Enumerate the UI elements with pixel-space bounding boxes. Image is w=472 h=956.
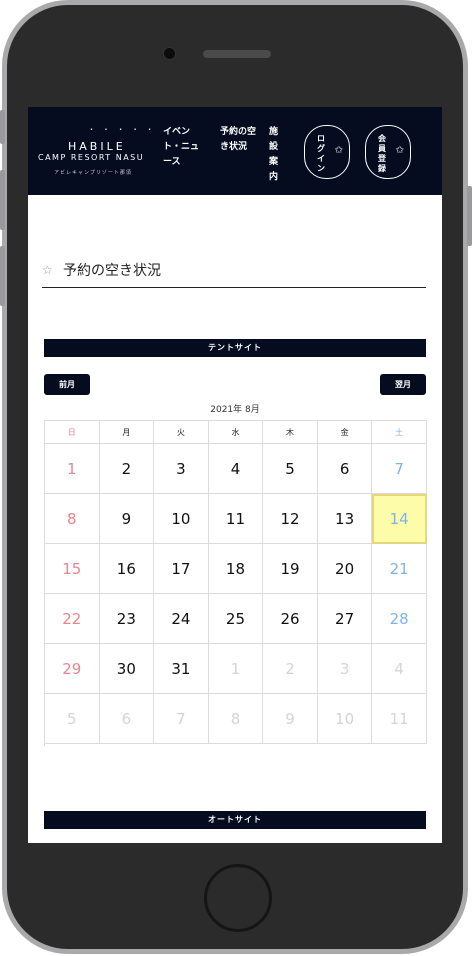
calendar-day-other-month: 10 xyxy=(317,694,373,744)
calendar-day[interactable]: 12 xyxy=(263,494,318,544)
calendar-day-other-month: 5 xyxy=(45,694,100,744)
calendar-week-row: 5 6 7 8 9 10 11 xyxy=(45,694,427,744)
calendar-day[interactable]: 24 xyxy=(154,594,209,644)
weekday-sun: 日 xyxy=(45,421,100,444)
weekday-mon: 月 xyxy=(99,421,155,444)
weekday-tue: 火 xyxy=(154,421,209,444)
calendar-day[interactable]: 10 xyxy=(154,494,209,544)
register-label: 会員登録 xyxy=(378,134,386,173)
calendar-day[interactable]: 21 xyxy=(372,544,427,594)
calendar-day-today[interactable]: 14 xyxy=(372,494,427,544)
nav-facilities[interactable]: 施設案内 xyxy=(269,125,283,185)
weekday-thu: 木 xyxy=(263,421,318,444)
calendar-week-row: 15 16 17 18 19 20 21 xyxy=(45,544,427,594)
month-label: 2021年 8月 xyxy=(210,405,260,415)
front-camera xyxy=(163,47,176,60)
tent-site-bar: テントサイト xyxy=(44,339,426,357)
calendar-day[interactable]: 22 xyxy=(45,594,100,644)
calendar-day[interactable]: 15 xyxy=(45,544,100,594)
calendar-day-other-month: 1 xyxy=(208,644,264,694)
calendar-week-row: 29 30 31 1 2 3 4 xyxy=(45,644,427,694)
home-button[interactable] xyxy=(204,864,272,932)
calendar-day[interactable]: 16 xyxy=(99,544,155,594)
calendar-day-other-month: 7 xyxy=(154,694,209,744)
calendar-day[interactable]: 27 xyxy=(317,594,373,644)
screen: • • • • • HABILE CAMP RESORT NASU アビレキャン… xyxy=(28,107,442,843)
calendar-day[interactable]: 1 xyxy=(45,444,100,494)
login-button[interactable]: ログイン ✩ xyxy=(304,125,350,179)
register-button[interactable]: 会員登録 ✩ xyxy=(365,125,411,179)
logo-japanese: アビレキャンプリゾート那須 xyxy=(54,170,132,176)
calendar-day[interactable]: 6 xyxy=(317,444,373,494)
auto-site-bar: オートサイト xyxy=(44,811,426,829)
star-outline-icon: ☆ xyxy=(42,263,53,277)
calendar-day-other-month: 9 xyxy=(263,694,318,744)
calendar-day[interactable]: 17 xyxy=(154,544,209,594)
calendar-day[interactable]: 9 xyxy=(99,494,155,544)
calendar-day[interactable]: 8 xyxy=(45,494,100,544)
next-month-button[interactable]: 翌月 xyxy=(380,374,426,395)
calendar-week-row: 22 23 24 25 26 27 28 xyxy=(45,594,427,644)
calendar-day[interactable]: 19 xyxy=(263,544,318,594)
calendar-day[interactable]: 23 xyxy=(99,594,155,644)
volume-up-button xyxy=(0,170,5,230)
weekday-sat: 土 xyxy=(372,421,427,444)
calendar-week-row: 8 9 10 11 12 13 14 xyxy=(45,494,427,544)
calendar-day[interactable]: 18 xyxy=(208,544,264,594)
star-icon: ✩ xyxy=(334,145,343,156)
calendar-day[interactable]: 3 xyxy=(154,444,209,494)
page-title: 予約の空き状況 xyxy=(63,263,161,279)
calendar-day-other-month: 11 xyxy=(372,694,427,744)
nav-availability[interactable]: 予約の空き状況 xyxy=(220,125,256,155)
calendar-week-row: 1234567 xyxy=(45,444,427,494)
site-logo[interactable]: • • • • • HABILE CAMP RESORT NASU アビレキャン… xyxy=(38,127,168,181)
calendar-day[interactable]: 29 xyxy=(45,644,100,694)
earpiece-speaker xyxy=(203,50,271,58)
weekday-wed: 水 xyxy=(208,421,264,444)
calendar-day-other-month: 4 xyxy=(372,644,427,694)
calendar-day[interactable]: 5 xyxy=(263,444,318,494)
site-header: • • • • • HABILE CAMP RESORT NASU アビレキャン… xyxy=(28,107,442,195)
calendar-day[interactable]: 7 xyxy=(372,444,427,494)
calendar-day[interactable]: 2 xyxy=(99,444,155,494)
logo-dots: • • • • • xyxy=(90,127,157,133)
calendar-day[interactable]: 4 xyxy=(208,444,264,494)
calendar-day[interactable]: 30 xyxy=(99,644,155,694)
calendar-day-other-month: 2 xyxy=(263,644,318,694)
star-icon: ✩ xyxy=(395,145,404,156)
logo-subtitle: CAMP RESORT NASU xyxy=(38,153,145,162)
power-button xyxy=(467,186,472,246)
calendar-day[interactable]: 28 xyxy=(372,594,427,644)
calendar-day[interactable]: 11 xyxy=(208,494,264,544)
calendar-day[interactable]: 13 xyxy=(317,494,373,544)
weekday-header: 日 月 火 水 木 金 土 xyxy=(45,421,427,444)
calendar-day-other-month: 3 xyxy=(317,644,373,694)
calendar-day[interactable]: 20 xyxy=(317,544,373,594)
logo-name: HABILE xyxy=(68,140,126,153)
calendar-day[interactable]: 31 xyxy=(154,644,209,694)
mute-switch xyxy=(0,110,5,144)
calendar-day[interactable]: 25 xyxy=(208,594,264,644)
prev-month-button[interactable]: 前月 xyxy=(44,374,90,395)
volume-down-button xyxy=(0,246,5,306)
calendar-day-other-month: 8 xyxy=(208,694,264,744)
calendar: 日 月 火 水 木 金 土 1 2 3 4 5 6 7 8 9 10 11 12 13 14 15 16 17 1… xyxy=(44,420,427,746)
weekday-fri: 金 xyxy=(317,421,373,444)
section-heading: ☆ 予約の空き状況 xyxy=(42,260,426,288)
calendar-day[interactable]: 26 xyxy=(263,594,318,644)
login-label: ログイン xyxy=(317,134,325,173)
calendar-body: 1 2 3 4 5 6 7 8 9 10 11 12 13 14 15 16 17 18 19 20 21 22 23 24 2… xyxy=(45,444,427,744)
nav-event-news[interactable]: イベント・ニュース xyxy=(163,125,205,170)
calendar-day-other-month: 6 xyxy=(99,694,155,744)
